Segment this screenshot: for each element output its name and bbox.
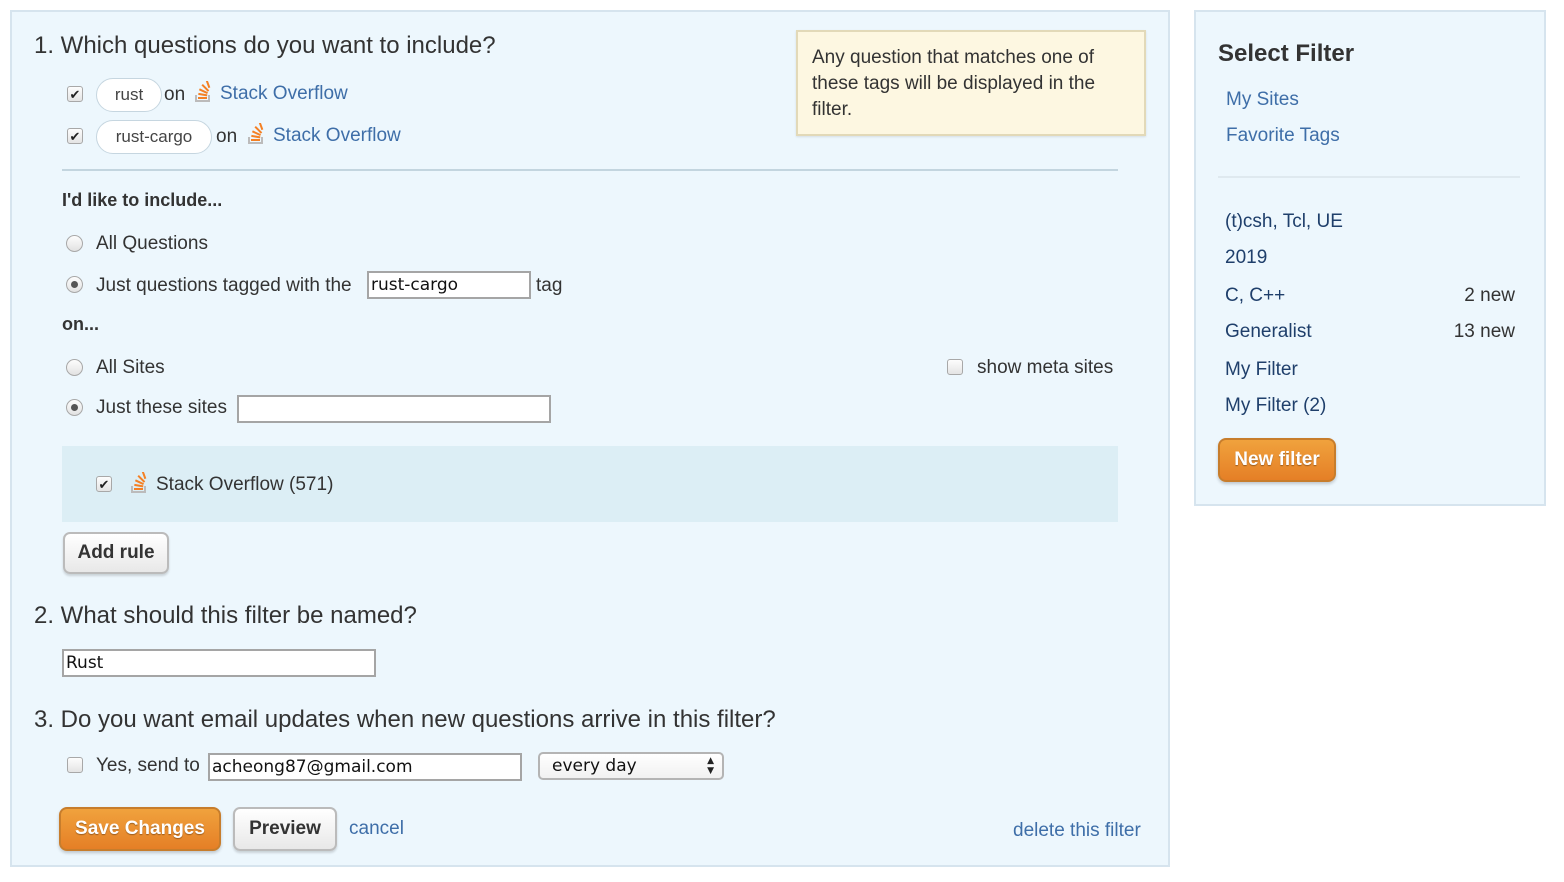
filter-item-name: 2019 — [1225, 247, 1268, 268]
site-list: ✔ Stack Overflow (571) — [62, 446, 1118, 522]
rule-on-label: on — [164, 84, 186, 105]
tag-pill-rust[interactable]: rust — [96, 78, 162, 112]
site-checkbox-stack-overflow[interactable]: ✔ — [96, 476, 112, 492]
tagged-label: Just questions tagged with the — [96, 275, 352, 296]
radio-all-questions[interactable] — [66, 235, 83, 252]
filter-item[interactable]: (t)csh, Tcl, UE — [1225, 211, 1515, 233]
sidebar-link-my-sites[interactable]: My Sites — [1226, 89, 1299, 111]
tags-tooltip: Any question that matches one of these t… — [796, 30, 1146, 136]
rule-checkbox-rust-cargo[interactable]: ✔ — [67, 128, 83, 144]
sidebar-divider — [1218, 176, 1520, 178]
preview-button[interactable]: Preview — [233, 807, 337, 851]
tag-pill-rust-cargo[interactable]: rust-cargo — [96, 120, 212, 154]
sidebar-link-favorite-tags[interactable]: Favorite Tags — [1226, 125, 1340, 147]
site-link-stack-overflow[interactable]: Stack Overflow — [220, 83, 348, 105]
section2-heading: 2. What should this filter be named? — [34, 602, 417, 629]
email-input[interactable] — [208, 753, 522, 781]
email-updates-checkbox[interactable] — [67, 757, 83, 773]
select-filter-sidebar: Select Filter My Sites Favorite Tags (t)… — [1194, 10, 1546, 506]
filter-item[interactable]: 2019 — [1225, 247, 1515, 269]
add-rule-button[interactable]: Add rule — [63, 532, 169, 574]
filter-item[interactable]: C, C++ 2 new — [1225, 285, 1515, 307]
filter-name-input[interactable] — [62, 649, 376, 677]
section1-heading: 1. Which questions do you want to includ… — [34, 32, 496, 59]
section3-heading: 3. Do you want email updates when new qu… — [34, 706, 776, 733]
filter-item-name: My Filter (2) — [1225, 395, 1327, 416]
send-to-label: Yes, send to — [96, 755, 200, 776]
filter-item-name: Generalist — [1225, 321, 1312, 342]
filter-item-name: C, C++ — [1225, 285, 1286, 306]
filter-item-count: 2 new — [1464, 285, 1515, 306]
filter-item[interactable]: My Filter — [1225, 359, 1515, 381]
filter-item[interactable]: My Filter (2) — [1225, 395, 1515, 417]
show-meta-checkbox[interactable] — [947, 359, 963, 375]
radio-just-sites[interactable] — [66, 399, 83, 416]
stackoverflow-icon — [248, 123, 264, 144]
all-sites-label: All Sites — [96, 357, 165, 378]
sidebar-title: Select Filter — [1218, 40, 1355, 67]
frequency-value: every day — [552, 756, 637, 776]
stackoverflow-icon — [131, 472, 147, 493]
site-link-stack-overflow[interactable]: Stack Overflow — [273, 125, 401, 147]
rule-on-label: on — [216, 126, 238, 147]
filter-editor-panel: 1. Which questions do you want to includ… — [10, 10, 1170, 867]
all-questions-label: All Questions — [96, 233, 208, 254]
cancel-link[interactable]: cancel — [349, 818, 404, 840]
show-meta-label: show meta sites — [977, 357, 1114, 378]
stackoverflow-icon — [195, 81, 211, 102]
filter-item-name: (t)csh, Tcl, UE — [1225, 211, 1343, 232]
include-label: I'd like to include... — [62, 190, 223, 210]
frequency-select[interactable]: every day ▲ ▼ — [538, 752, 724, 780]
just-sites-label: Just these sites — [96, 397, 227, 418]
tag-input[interactable] — [367, 271, 531, 299]
radio-all-sites[interactable] — [66, 359, 83, 376]
new-filter-button[interactable]: New filter — [1218, 438, 1336, 482]
select-arrows-icon: ▲ ▼ — [707, 756, 714, 776]
rule-checkbox-rust[interactable]: ✔ — [67, 86, 83, 102]
section-divider — [62, 169, 1118, 171]
tag-suffix: tag — [536, 275, 563, 296]
filter-item-count: 13 new — [1453, 321, 1515, 342]
on-label: on... — [62, 314, 99, 334]
filter-item[interactable]: Generalist 13 new — [1225, 321, 1515, 343]
save-changes-button[interactable]: Save Changes — [59, 807, 221, 851]
sites-input[interactable] — [237, 395, 551, 423]
radio-tagged-questions[interactable] — [66, 276, 83, 293]
delete-filter-link[interactable]: delete this filter — [1013, 820, 1141, 842]
filter-item-name: My Filter — [1225, 359, 1298, 380]
site-list-item-label: Stack Overflow (571) — [156, 474, 334, 495]
